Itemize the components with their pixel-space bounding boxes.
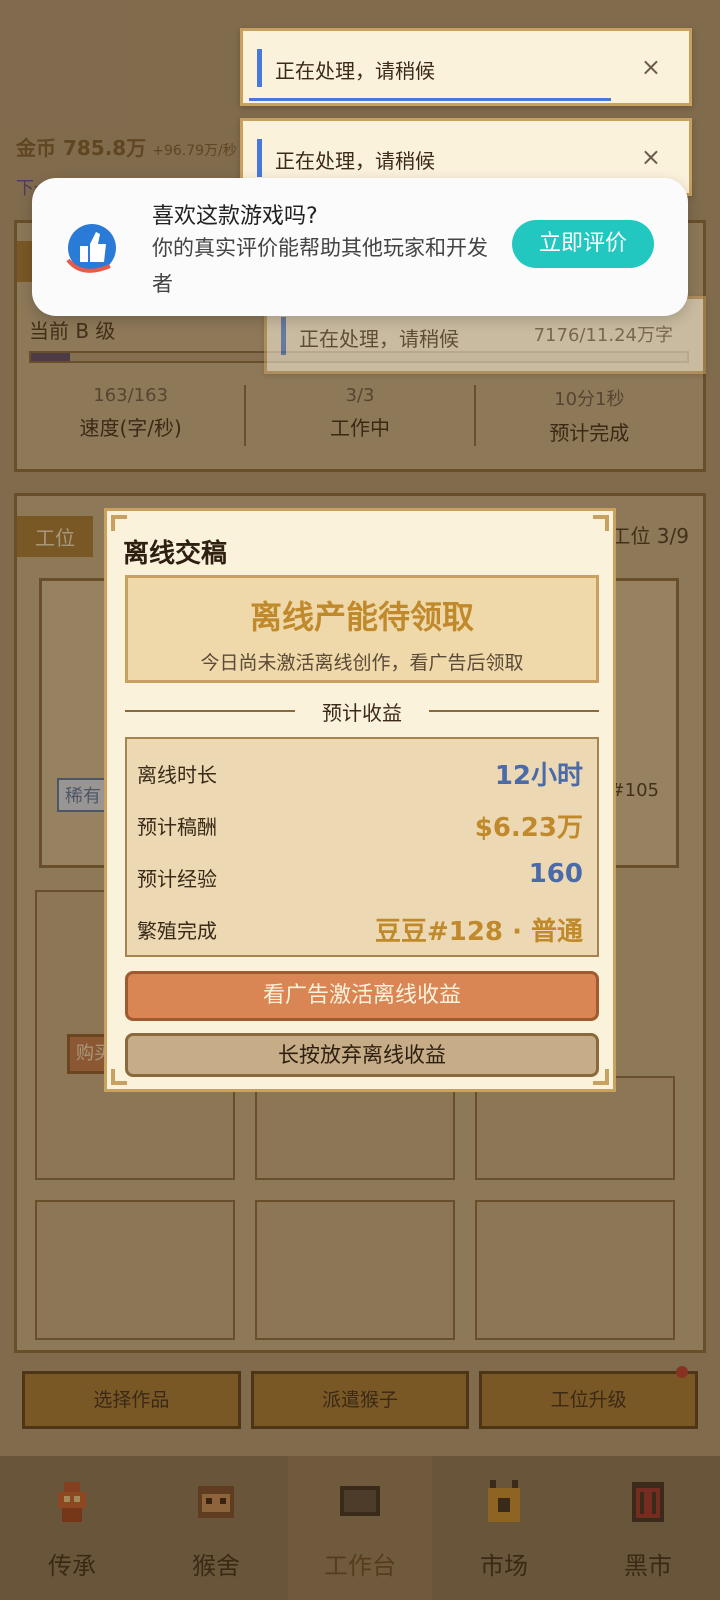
divider-line	[429, 710, 599, 712]
earnings-value: 12小时	[494, 761, 583, 791]
toast: 正在处理，请稍候 ×	[240, 28, 692, 106]
toast-text: 正在处理，请稍候	[275, 59, 435, 83]
section-divider: 预计收益	[125, 697, 599, 725]
thumbs-up-icon	[66, 224, 116, 273]
earnings-row: 离线时长 12小时	[137, 751, 583, 791]
earnings-table: 离线时长 12小时 预计稿酬 $6.23万 预计经验 160 繁殖完成 豆豆#1…	[125, 737, 599, 957]
corner-decoration	[593, 515, 609, 531]
claim-title: 离线产能待领取	[249, 598, 474, 636]
earnings-key: 离线时长	[137, 763, 217, 787]
toast-progress-bar	[249, 98, 611, 101]
earnings-key: 繁殖完成	[137, 919, 217, 943]
toast-accent	[281, 317, 286, 355]
claim-box: 离线产能待领取 今日尚未激活离线创作，看广告后领取	[125, 575, 599, 683]
rating-body: 你的真实评价能帮助其他玩家和开发者	[152, 236, 488, 296]
earnings-value: 160	[528, 859, 583, 889]
earnings-key: 预计经验	[137, 867, 217, 891]
earnings-row: 预计稿酬 $6.23万	[137, 803, 583, 843]
earnings-row: 预计经验 160	[137, 855, 583, 895]
corner-decoration	[111, 515, 127, 531]
claim-subtitle: 今日尚未激活离线创作，看广告后领取	[200, 652, 524, 674]
earnings-value: $6.23万	[474, 813, 583, 843]
earnings-value: 豆豆#128 · 普通	[374, 917, 583, 947]
dialog-title: 离线交稿	[123, 539, 228, 569]
earnings-row: 繁殖完成 豆豆#128 · 普通	[137, 907, 583, 947]
rating-title: 喜欢这款游戏吗?	[152, 204, 318, 229]
rate-now-button[interactable]: 立即评价	[512, 220, 654, 268]
toast-text: 正在处理，请稍候	[275, 149, 435, 173]
toast-text: 正在处理，请稍候	[299, 327, 459, 351]
close-icon[interactable]: ×	[641, 53, 661, 81]
give-up-button[interactable]: 长按放弃离线收益	[125, 1033, 599, 1077]
offline-earnings-dialog: 离线交稿 离线产能待领取 今日尚未激活离线创作，看广告后领取 预计收益 离线时长…	[104, 508, 616, 1092]
toast-accent	[257, 49, 262, 87]
close-icon[interactable]: ×	[641, 143, 661, 171]
watch-ad-button[interactable]: 看广告激活离线收益	[125, 971, 599, 1021]
word-count-text: 7176/11.24万字	[533, 325, 673, 346]
earnings-key: 预计稿酬	[137, 815, 217, 839]
rating-prompt: 喜欢这款游戏吗? 你的真实评价能帮助其他玩家和开发者 立即评价	[32, 178, 688, 316]
toast-accent	[257, 139, 262, 177]
